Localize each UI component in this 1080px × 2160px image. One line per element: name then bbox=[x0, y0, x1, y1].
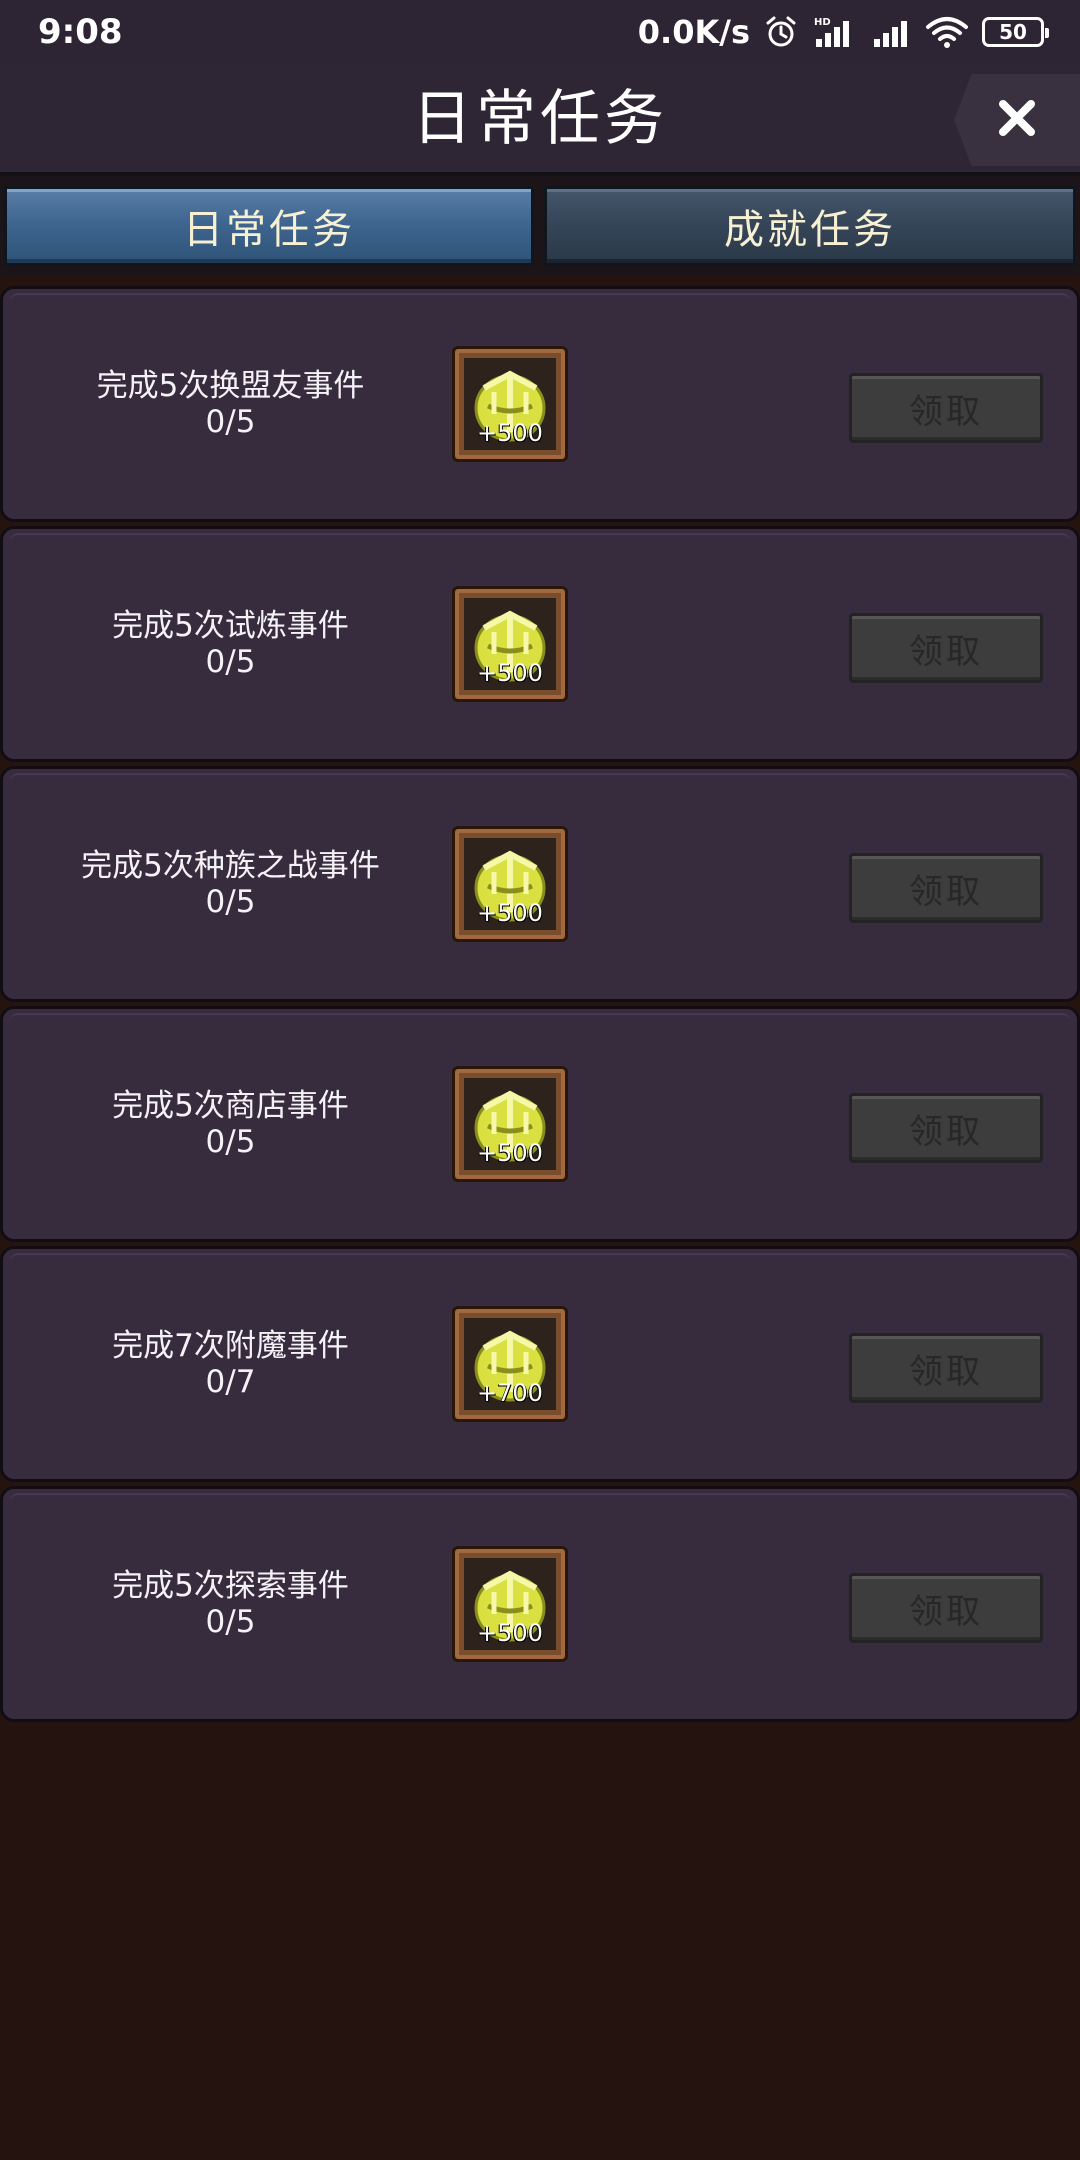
tab-label: 成就任务 bbox=[724, 207, 896, 253]
task-info: 完成5次商店事件 0/5 bbox=[23, 1009, 438, 1239]
tab-label: 日常任务 bbox=[183, 207, 355, 253]
task-info: 完成5次种族之战事件 0/5 bbox=[23, 769, 438, 999]
reward-slot: +500 bbox=[452, 826, 568, 942]
tab-bar: 日常任务 成就任务 bbox=[0, 176, 1080, 276]
reward-amount: +700 bbox=[477, 1379, 543, 1407]
status-icons: 0.0K/s HD 50 bbox=[637, 10, 1049, 54]
reward-amount: +500 bbox=[477, 1619, 543, 1647]
reward-amount: +500 bbox=[477, 419, 543, 447]
status-bar: 9:08 0.0K/s HD 50 bbox=[0, 0, 1080, 64]
task-card: 完成5次种族之战事件 0/5 +500 领取 bbox=[0, 766, 1080, 1002]
hd-signal-icon: HD bbox=[812, 15, 858, 49]
task-card: 完成5次换盟友事件 0/5 +500 领取 bbox=[0, 286, 1080, 522]
task-progress: 0/5 bbox=[205, 1124, 256, 1160]
reward-slot: +700 bbox=[452, 1306, 568, 1422]
battery-icon: 50 bbox=[982, 17, 1049, 47]
svg-text:HD: HD bbox=[814, 17, 831, 28]
title-bar: 日常任务 bbox=[0, 64, 1080, 176]
reward-slot: +500 bbox=[452, 1546, 568, 1662]
task-progress: 0/5 bbox=[205, 884, 256, 920]
task-progress: 0/5 bbox=[205, 404, 256, 440]
claim-button[interactable]: 领取 bbox=[849, 373, 1043, 443]
close-button[interactable] bbox=[954, 74, 1080, 166]
task-card: 完成5次探索事件 0/5 +500 领取 bbox=[0, 1486, 1080, 1722]
claim-button[interactable]: 领取 bbox=[849, 1093, 1043, 1163]
task-progress: 0/5 bbox=[205, 644, 256, 680]
task-info: 完成5次换盟友事件 0/5 bbox=[23, 289, 438, 519]
tab-daily-tasks[interactable]: 日常任务 bbox=[4, 186, 534, 266]
task-name: 完成5次试炼事件 bbox=[112, 608, 349, 644]
page-title: 日常任务 bbox=[412, 84, 668, 154]
task-name: 完成5次探索事件 bbox=[112, 1568, 349, 1604]
reward-amount: +500 bbox=[477, 659, 543, 687]
battery-level: 50 bbox=[999, 20, 1027, 44]
close-icon bbox=[997, 98, 1037, 142]
task-card: 完成7次附魔事件 0/7 +700 领取 bbox=[0, 1246, 1080, 1482]
reward-slot: +500 bbox=[452, 1066, 568, 1182]
task-name: 完成5次种族之战事件 bbox=[81, 848, 380, 884]
task-info: 完成7次附魔事件 0/7 bbox=[23, 1249, 438, 1479]
reward-slot: +500 bbox=[452, 586, 568, 702]
task-progress: 0/7 bbox=[205, 1364, 256, 1400]
task-card: 完成5次商店事件 0/5 +500 领取 bbox=[0, 1006, 1080, 1242]
task-info: 完成5次探索事件 0/5 bbox=[23, 1489, 438, 1719]
claim-button[interactable]: 领取 bbox=[849, 613, 1043, 683]
alarm-icon bbox=[764, 15, 798, 49]
claim-button[interactable]: 领取 bbox=[849, 853, 1043, 923]
task-info: 完成5次试炼事件 0/5 bbox=[23, 529, 438, 759]
signal-icon bbox=[872, 15, 912, 49]
reward-slot: +500 bbox=[452, 346, 568, 462]
task-name: 完成7次附魔事件 bbox=[112, 1328, 349, 1364]
wifi-icon bbox=[926, 15, 968, 49]
claim-button[interactable]: 领取 bbox=[849, 1333, 1043, 1403]
task-list: 完成5次换盟友事件 0/5 +500 领取 完成5次试炼事件 0/5 +500 … bbox=[0, 286, 1080, 1726]
task-name: 完成5次换盟友事件 bbox=[96, 368, 365, 404]
task-progress: 0/5 bbox=[205, 1604, 256, 1640]
status-time: 9:08 bbox=[38, 12, 123, 52]
claim-button[interactable]: 领取 bbox=[849, 1573, 1043, 1643]
network-speed: 0.0K/s bbox=[637, 13, 750, 51]
task-name: 完成5次商店事件 bbox=[112, 1088, 349, 1124]
reward-amount: +500 bbox=[477, 899, 543, 927]
tab-achievement-tasks[interactable]: 成就任务 bbox=[544, 186, 1076, 266]
task-card: 完成5次试炼事件 0/5 +500 领取 bbox=[0, 526, 1080, 762]
reward-amount: +500 bbox=[477, 1139, 543, 1167]
